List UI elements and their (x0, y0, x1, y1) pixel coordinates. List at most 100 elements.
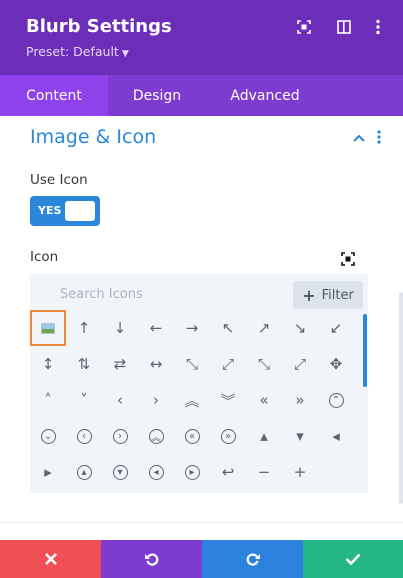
icon-glyph: ↗ (257, 319, 271, 337)
minus-icon[interactable]: − (246, 454, 282, 490)
icon-glyph: + (293, 463, 307, 481)
chevron-up-icon[interactable] (351, 130, 367, 146)
tab-advanced[interactable]: Advanced (206, 75, 324, 116)
circle-triangle-left-icon[interactable]: ◂ (138, 454, 174, 490)
icon-glyph: ⤡ (257, 355, 270, 373)
icon-glyph: « (259, 391, 269, 409)
double-chevron-up-icon[interactable]: ︽ (174, 382, 210, 418)
icon-search-input[interactable]: Search Icons (60, 287, 143, 302)
arrow-down-left-icon[interactable]: ↙ (318, 310, 354, 346)
contract-icon[interactable]: ⤡ (246, 346, 282, 382)
triangle-right-icon[interactable]: ▸ (30, 454, 66, 490)
circle-chevron-right-icon[interactable]: › (102, 418, 138, 454)
icon-glyph: ⤡ (185, 355, 198, 373)
fullscreen-icon[interactable] (295, 18, 313, 36)
circle-double-up-icon[interactable]: ︽ (138, 418, 174, 454)
icon-glyph: ⤢ (293, 355, 306, 373)
arrow-left-icon[interactable]: ← (138, 310, 174, 346)
save-button[interactable] (303, 540, 403, 578)
filter-label: Filter (321, 287, 354, 303)
redo-button[interactable] (202, 540, 303, 578)
use-icon-toggle[interactable]: YES (30, 196, 100, 226)
icon-glyph: ‹ (76, 428, 92, 444)
section-more-icon[interactable] (376, 129, 388, 147)
divider (0, 522, 403, 523)
icon-glyph: ⇄ (113, 355, 127, 373)
arrow-left-right-icon[interactable]: ↔ (138, 346, 174, 382)
icon-glyph: ▸ (44, 463, 52, 481)
triangle-left-icon[interactable]: ◂ (318, 418, 354, 454)
circle-triangle-right-icon[interactable]: ▸ (174, 454, 210, 490)
circle-triangle-down-icon[interactable]: ▾ (102, 454, 138, 490)
icon-glyph: ↙ (329, 319, 343, 337)
arrows-vertical-icon[interactable]: ⇅ (66, 346, 102, 382)
undo-arrow-icon[interactable]: ↩ (210, 454, 246, 490)
preset-dropdown[interactable]: Preset: Default ▼ (26, 44, 129, 59)
expand-field-icon[interactable] (341, 251, 355, 266)
sidebar-toggle-icon[interactable] (335, 18, 353, 36)
panel-scrollbar[interactable] (399, 292, 403, 504)
icon-glyph: ↔ (149, 355, 163, 373)
filter-button[interactable]: + Filter (293, 281, 363, 309)
move-icon[interactable]: ✥ (318, 346, 354, 382)
double-chevron-down-icon[interactable]: ︾ (210, 382, 246, 418)
circle-double-right-icon[interactable]: » (210, 418, 246, 454)
icon-field-label: Icon (30, 249, 59, 265)
arrow-down-icon[interactable]: ↓ (102, 310, 138, 346)
arrow-up-down-icon[interactable]: ↕ (30, 346, 66, 382)
arrow-down-right-icon[interactable]: ↘ (282, 310, 318, 346)
more-options-icon[interactable] (369, 18, 387, 36)
circle-chevron-up-icon[interactable]: ⌃ (318, 382, 354, 418)
circle-chevron-down-icon[interactable]: ⌄ (30, 418, 66, 454)
circle-chevron-left-icon[interactable]: ‹ (66, 418, 102, 454)
arrow-right-icon[interactable]: → (174, 310, 210, 346)
arrows-horizontal-icon[interactable]: ⇄ (102, 346, 138, 382)
icon-glyph: ︽ (184, 391, 200, 410)
picker-scrollbar[interactable] (363, 314, 367, 387)
settings-content: Image & Icon Use Icon YES Icon Search Ic… (0, 116, 403, 540)
triangle-down-icon[interactable]: ▾ (282, 418, 318, 454)
expand-diagonal-icon[interactable]: ⤢ (210, 346, 246, 382)
triangle-up-icon[interactable]: ▴ (246, 418, 282, 454)
plus-icon[interactable]: + (282, 454, 318, 490)
chevron-right-icon[interactable]: › (138, 382, 174, 418)
toggle-knob[interactable] (65, 201, 95, 221)
icon-glyph: ◂ (332, 427, 340, 445)
icon-glyph: ︽ (148, 428, 164, 444)
image-icon[interactable] (30, 310, 66, 346)
chevron-down-icon[interactable]: ˅ (66, 382, 102, 418)
icon-glyph: ◂ (148, 464, 164, 480)
arrows-diagonal-icon[interactable]: ⤡ (174, 346, 210, 382)
icon-glyph: ▴ (76, 464, 92, 480)
icon-glyph: › (153, 391, 159, 409)
icon-picker: Search Icons + Filter ↑ ↓ ← → ↖ ↗ ↘ ↙ ↕ ⇅ ⇄ ↔ ⤡ ⤢ ⤡ ⤢ ✥ ˄ ˅… (30, 274, 368, 493)
circle-triangle-up-icon[interactable]: ▴ (66, 454, 102, 490)
tab-design[interactable]: Design (108, 75, 206, 116)
undo-icon (144, 553, 158, 566)
icon-glyph: ↩ (221, 463, 235, 481)
icon-glyph: ⇅ (77, 355, 91, 373)
arrow-up-icon[interactable]: ↑ (66, 310, 102, 346)
double-chevron-left-icon[interactable]: « (246, 382, 282, 418)
icon-glyph: ↘ (293, 319, 307, 337)
preset-label: Preset: Default (26, 44, 119, 59)
icon-glyph: ↑ (77, 319, 91, 337)
arrow-up-right-icon[interactable]: ↗ (246, 310, 282, 346)
check-icon (345, 553, 361, 566)
double-chevron-right-icon[interactable]: » (282, 382, 318, 418)
section-title[interactable]: Image & Icon (30, 126, 156, 148)
tab-content[interactable]: Content (0, 75, 108, 116)
icon-glyph: ↓ (113, 319, 127, 337)
expand-icon[interactable]: ⤢ (282, 346, 318, 382)
cancel-button[interactable] (0, 540, 101, 578)
circle-double-left-icon[interactable]: « (174, 418, 210, 454)
caret-down-icon: ▼ (121, 49, 129, 59)
chevron-up-icon[interactable]: ˄ (30, 382, 66, 418)
icon-glyph: ˄ (44, 391, 52, 409)
undo-button[interactable] (101, 540, 202, 578)
icon-glyph: ✥ (329, 355, 343, 373)
chevron-left-icon[interactable]: ‹ (102, 382, 138, 418)
arrow-up-left-icon[interactable]: ↖ (210, 310, 246, 346)
settings-header: Blurb Settings Preset: Default ▼ (0, 0, 403, 75)
icon-glyph: ˅ (80, 391, 88, 409)
